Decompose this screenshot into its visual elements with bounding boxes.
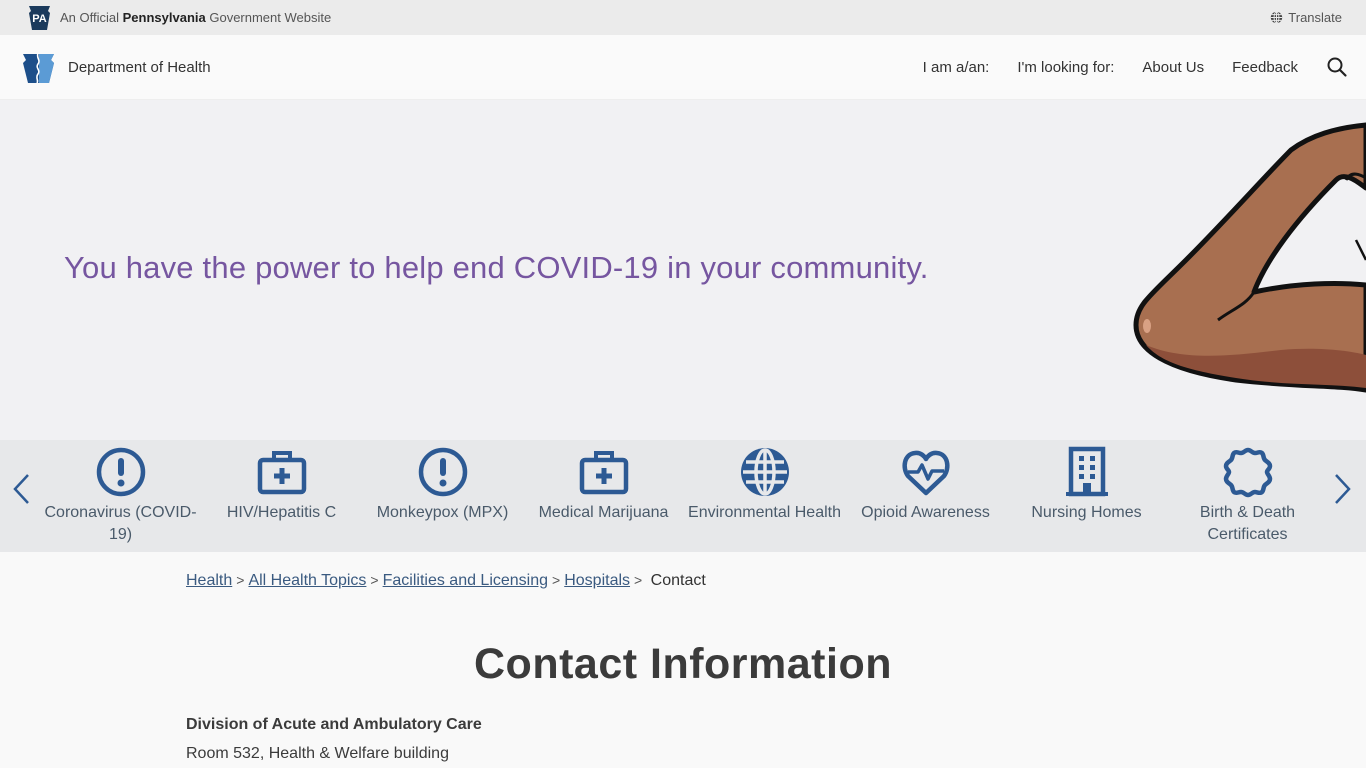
topic-birth-death-certificates[interactable]: Birth & Death Certificates	[1167, 440, 1328, 546]
address-line: Room 532, Health & Welfare building	[186, 745, 449, 762]
brand-logo-link[interactable]: Department of Health	[22, 50, 211, 84]
hero-banner[interactable]: You have the power to help end COVID-19 …	[0, 100, 1366, 440]
topic-label: Opioid Awareness	[861, 504, 990, 521]
svg-text:PA: PA	[32, 13, 47, 25]
globe-icon	[740, 448, 789, 496]
breadcrumb-facilities-licensing[interactable]: Facilities and Licensing	[383, 572, 548, 589]
department-name: Department of Health	[68, 58, 211, 76]
breadcrumb-separator: >	[370, 572, 379, 588]
nav-feedback[interactable]: Feedback	[1232, 59, 1298, 76]
breadcrumb-all-health-topics[interactable]: All Health Topics	[248, 572, 366, 589]
page-title: Contact Information	[474, 640, 892, 688]
breadcrumb-separator: >	[236, 572, 245, 588]
official-site-bar: PA An Official Pennsylvania Government W…	[0, 0, 1366, 35]
topic-monkeypox[interactable]: Monkeypox (MPX)	[362, 440, 523, 546]
topic-coronavirus[interactable]: Coronavirus (COVID-19)	[40, 440, 201, 546]
division-name: Division of Acute and Ambulatory Care	[186, 716, 482, 733]
topic-label: Medical Marijuana	[538, 504, 669, 521]
pa-keystone-icon: PA	[29, 5, 50, 30]
heart-pulse-icon	[901, 450, 950, 496]
hero-headline: You have the power to help end COVID-19 …	[64, 250, 929, 285]
building-icon	[1065, 446, 1108, 497]
breadcrumb: Health > All Health Topics > Facilities and …	[186, 572, 706, 590]
official-notice: PA An Official Pennsylvania Government W…	[27, 5, 331, 31]
certificate-seal-icon	[1223, 447, 1272, 498]
search-icon[interactable]	[1326, 56, 1348, 78]
topic-label: HIV/Hepatitis C	[226, 504, 337, 521]
nav-about-us[interactable]: About Us	[1142, 59, 1204, 76]
topic-list: Coronavirus (COVID-19) HIV/Hepatitis C M…	[40, 440, 1328, 546]
topic-label: Environmental Health	[688, 504, 841, 521]
site-header: Department of Health I am a/an: I'm look…	[0, 35, 1366, 100]
flexed-arm-illustration	[1133, 122, 1366, 393]
exclamation-circle-icon	[418, 447, 467, 497]
carousel-prev-arrow-icon[interactable]	[10, 472, 34, 506]
topic-carousel: Coronavirus (COVID-19) HIV/Hepatitis C M…	[0, 440, 1366, 552]
topic-label: Birth & Death Certificates	[1199, 504, 1296, 543]
topic-label: Monkeypox (MPX)	[376, 504, 509, 521]
topic-nursing-homes[interactable]: Nursing Homes	[1006, 440, 1167, 546]
breadcrumb-health[interactable]: Health	[186, 572, 232, 589]
globe-icon	[1271, 11, 1283, 24]
translate-button[interactable]: Translate	[1270, 10, 1342, 25]
medical-kit-icon	[579, 451, 628, 495]
breadcrumb-current: Contact	[650, 572, 706, 589]
exclamation-circle-icon	[96, 447, 145, 497]
translate-label: Translate	[1288, 10, 1342, 25]
official-notice-text: An Official Pennsylvania Government Webs…	[60, 10, 332, 25]
topic-environmental-health[interactable]: Environmental Health	[684, 440, 845, 546]
medical-kit-icon	[257, 451, 306, 495]
nav-looking-for[interactable]: I'm looking for:	[1017, 59, 1114, 76]
topic-medical-marijuana[interactable]: Medical Marijuana	[523, 440, 684, 546]
topic-label: Coronavirus (COVID-19)	[44, 504, 197, 543]
topic-hiv-hepatitis[interactable]: HIV/Hepatitis C	[201, 440, 362, 546]
nav-i-am[interactable]: I am a/an:	[923, 59, 990, 76]
main-nav: I am a/an: I'm looking for: About Us Fee…	[923, 56, 1348, 78]
topic-label: Nursing Homes	[1031, 504, 1142, 521]
breadcrumb-hospitals[interactable]: Hospitals	[564, 572, 630, 589]
breadcrumb-separator: >	[634, 572, 643, 588]
topic-opioid-awareness[interactable]: Opioid Awareness	[845, 440, 1006, 546]
carousel-next-arrow-icon[interactable]	[1330, 472, 1354, 506]
keystone-logo-icon	[23, 52, 54, 84]
breadcrumb-separator: >	[552, 572, 561, 588]
